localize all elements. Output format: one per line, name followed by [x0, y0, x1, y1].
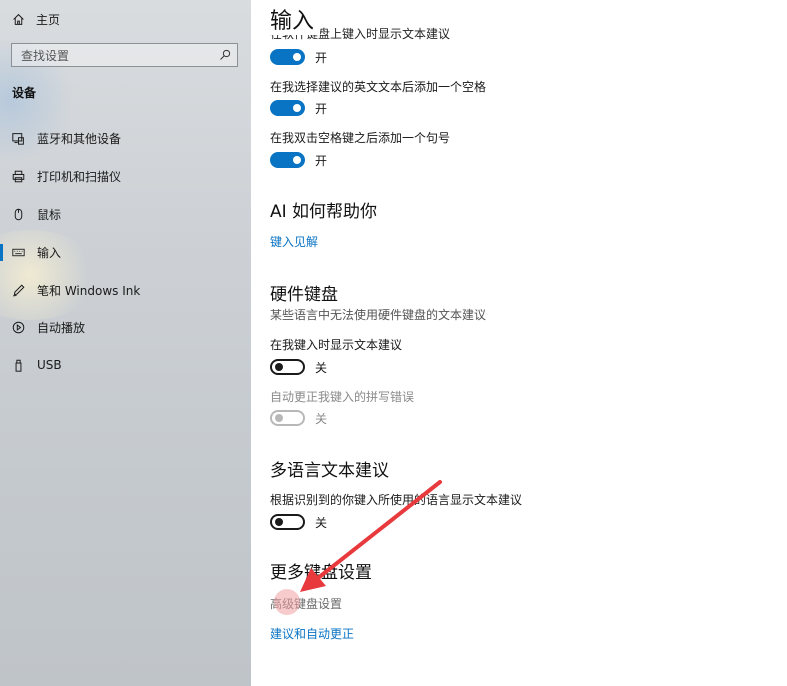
toggle-switch[interactable]	[270, 359, 305, 375]
toggle-switch[interactable]	[270, 152, 305, 168]
sidebar-item-autoplay[interactable]: 自动播放	[0, 312, 251, 342]
usb-icon	[11, 358, 25, 372]
setting-label: 在我双击空格键之后添加一个句号	[270, 131, 451, 145]
home-icon	[13, 13, 24, 25]
toggle-state: 关	[315, 411, 328, 426]
sidebar-item-label: 输入	[37, 245, 62, 260]
typing-insights-link[interactable]: 键入见解	[270, 233, 318, 250]
toggle-row[interactable]: 开	[270, 152, 327, 168]
search-icon[interactable]	[219, 49, 231, 61]
printer-icon	[11, 169, 25, 183]
setting-label: 自动更正我键入的拼写错误	[270, 390, 415, 404]
toggle-switch[interactable]	[270, 49, 305, 65]
keyboard-icon	[11, 245, 25, 259]
setting-label: 根据识别到的你键入所使用的语言显示文本建议	[270, 493, 523, 507]
toggle-state: 关	[315, 515, 328, 530]
toggle-row[interactable]: 关	[270, 514, 327, 530]
sidebar-item-bluetooth[interactable]: 蓝牙和其他设备	[0, 123, 251, 153]
toggle-row[interactable]: 关	[270, 359, 327, 375]
sidebar-item-mouse[interactable]: 鼠标	[0, 199, 251, 229]
setting-label: 在我键入时显示文本建议	[270, 338, 403, 352]
mouse-icon	[11, 207, 25, 221]
section-title: 设备	[12, 86, 37, 100]
sidebar-item-typing[interactable]: 输入	[0, 237, 251, 267]
search-input[interactable]: 查找设置	[21, 47, 219, 64]
toggle-state: 关	[315, 360, 328, 375]
sidebar-item-label: 自动播放	[37, 320, 86, 335]
section-heading: AI 如何帮助你	[270, 202, 378, 222]
section-heading: 更多键盘设置	[270, 563, 372, 583]
sidebar-item-printers[interactable]: 打印机和扫描仪	[0, 161, 251, 191]
toggle-switch[interactable]	[270, 514, 305, 530]
toggle-row[interactable]: 开	[270, 100, 327, 116]
sidebar: 主页 查找设置 设备 蓝牙和其他设备 打印机和扫描仪 鼠标 输入 笔和 Wind…	[0, 0, 251, 686]
sidebar-item-label: 笔和 Windows Ink	[37, 283, 141, 298]
settings-search-box[interactable]: 查找设置	[11, 43, 238, 67]
section-heading: 多语言文本建议	[270, 461, 389, 481]
sidebar-item-label: 打印机和扫描仪	[37, 169, 122, 184]
sidebar-item-usb[interactable]: USB	[0, 350, 251, 380]
sidebar-item-label: USB	[37, 358, 62, 372]
toggle-switch-disabled	[270, 410, 305, 426]
page-title: 输入	[270, 3, 321, 35]
pen-icon	[11, 283, 25, 297]
toggle-state: 开	[315, 50, 328, 65]
home-label: 主页	[36, 12, 61, 27]
sidebar-item-label: 蓝牙和其他设备	[37, 131, 122, 146]
main-content: 输入 在软件键盘上键入时显示文本建议 开 在我选择建议的英文文本后添加一个空格 …	[251, 0, 787, 686]
suggestions-autocorrect-link[interactable]: 建议和自动更正	[270, 625, 354, 642]
toggle-row[interactable]: 开	[270, 49, 327, 65]
autoplay-icon	[11, 320, 25, 334]
section-heading: 硬件键盘	[270, 285, 338, 305]
toggle-row: 关	[270, 410, 327, 426]
sidebar-item-label: 鼠标	[37, 207, 62, 222]
toggle-switch[interactable]	[270, 100, 305, 116]
sidebar-item-pen-windows-ink[interactable]: 笔和 Windows Ink	[0, 275, 251, 305]
advanced-keyboard-settings-link[interactable]: 高级键盘设置	[270, 595, 342, 612]
toggle-state: 开	[315, 153, 328, 168]
setting-label: 在我选择建议的英文文本后添加一个空格	[270, 80, 487, 94]
home-link[interactable]: 主页	[12, 9, 60, 29]
toggle-state: 开	[315, 101, 328, 116]
section-description: 某些语言中无法使用硬件键盘的文本建议	[270, 308, 487, 322]
bluetooth-devices-icon	[11, 131, 25, 145]
